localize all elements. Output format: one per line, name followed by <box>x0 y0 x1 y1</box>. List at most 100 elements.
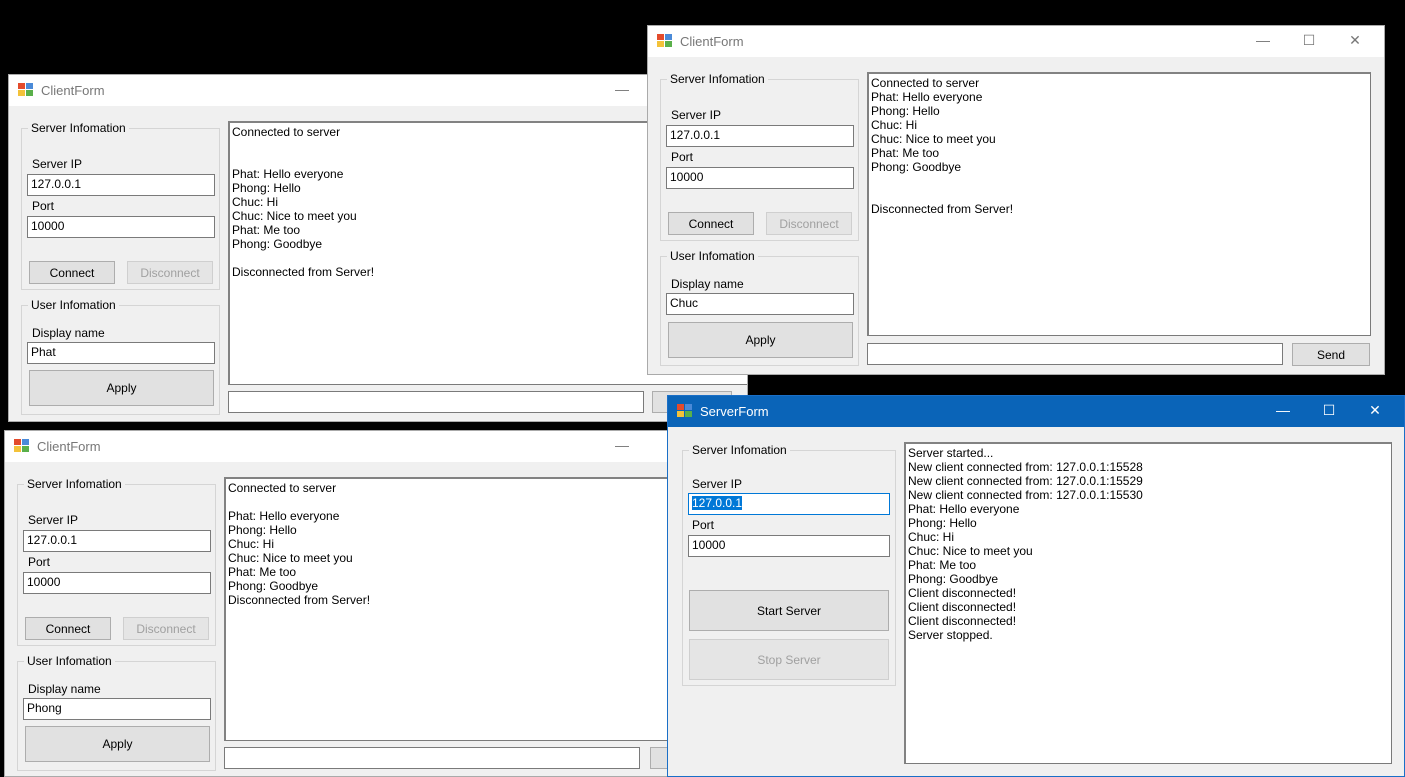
minimize-icon[interactable]: — <box>1240 26 1286 57</box>
group-title: User Infomation <box>667 249 758 263</box>
group-title: Server Infomation <box>28 121 129 135</box>
app-icon <box>14 439 30 454</box>
title-bar[interactable]: ClientForm — <box>9 75 747 106</box>
apply-button[interactable]: Apply <box>29 370 214 406</box>
log-line: Disconnected from Server! <box>228 593 371 607</box>
group-title: Server Infomation <box>667 72 768 86</box>
close-icon[interactable]: ✕ <box>1352 396 1398 427</box>
log-line: Phong: Hello <box>228 523 297 537</box>
window-title: ClientForm <box>37 439 101 454</box>
log-line: Phat: Hello everyone <box>871 90 983 104</box>
server-ip-label: Server IP <box>32 157 83 171</box>
port-input[interactable]: 10000 <box>27 216 215 238</box>
log-line: Chuc: Nice to meet you <box>871 132 996 146</box>
message-input[interactable] <box>228 391 644 413</box>
connect-button[interactable]: Connect <box>668 212 754 235</box>
display-name-input[interactable]: Phong <box>23 698 211 720</box>
port-label: Port <box>28 555 51 569</box>
server-ip-input[interactable]: 127.0.0.1 <box>23 530 211 552</box>
stop-server-button[interactable]: Stop Server <box>689 639 889 680</box>
app-icon <box>657 34 673 49</box>
server-window: ServerForm — ☐ ✕ Server Infomation Serve… <box>667 395 1405 777</box>
client-window-phat: ClientForm — Server Infomation Server IP… <box>8 74 748 422</box>
minimize-icon[interactable]: — <box>599 75 645 106</box>
display-name-label: Display name <box>671 277 744 291</box>
connect-button[interactable]: Connect <box>25 617 111 640</box>
server-ip-input[interactable]: 127.0.0.1 <box>666 125 854 147</box>
log-line: Phat: Me too <box>908 558 977 572</box>
log-line: Disconnected from Server! <box>871 202 1014 216</box>
connect-button[interactable]: Connect <box>29 261 115 284</box>
app-icon <box>18 83 34 98</box>
log-line: Phat: Hello everyone <box>228 509 340 523</box>
log-line: Chuc: Hi <box>908 530 955 544</box>
port-label: Port <box>692 518 715 532</box>
send-button[interactable]: Send <box>1292 343 1370 366</box>
log-line: Chuc: Hi <box>871 118 918 132</box>
disconnect-button[interactable]: Disconnect <box>127 261 213 284</box>
log-line: Phong: Goodbye <box>871 160 962 174</box>
log-line: Phat: Hello everyone <box>908 502 1020 516</box>
port-input[interactable]: 10000 <box>666 167 854 189</box>
display-name-label: Display name <box>32 326 105 340</box>
log-line: Client disconnected! <box>908 586 1017 600</box>
port-label: Port <box>671 150 694 164</box>
disconnect-button[interactable]: Disconnect <box>766 212 852 235</box>
disconnect-button[interactable]: Disconnect <box>123 617 209 640</box>
close-icon[interactable]: ✕ <box>1332 26 1378 57</box>
chat-log[interactable]: Connected to server Phat: Hello everyone P… <box>867 72 1371 336</box>
port-input[interactable]: 10000 <box>23 572 211 594</box>
display-name-input[interactable]: Chuc <box>666 293 854 315</box>
log-line: New client connected from: 127.0.0.1:155… <box>908 474 1143 488</box>
log-line: Server stopped. <box>908 628 993 642</box>
message-input[interactable] <box>224 747 640 769</box>
chat-log[interactable]: Connected to server Phat: Hello everyone P… <box>224 477 683 741</box>
app-icon <box>677 404 693 419</box>
log-line: Connected to server <box>228 481 337 495</box>
minimize-icon[interactable]: — <box>1260 396 1306 427</box>
group-title: Server Infomation <box>24 477 125 491</box>
minimize-icon[interactable]: — <box>599 431 645 462</box>
title-bar[interactable]: ClientForm — ☐ ✕ <box>648 26 1384 57</box>
log-line: Server started... <box>908 446 994 460</box>
log-line: Phong: Hello <box>871 104 940 118</box>
display-name-label: Display name <box>28 682 101 696</box>
group-title: User Infomation <box>24 654 115 668</box>
log-line: Chuc: Nice to meet you <box>228 551 353 565</box>
start-server-button[interactable]: Start Server <box>689 590 889 631</box>
log-line: Phong: Goodbye <box>908 572 999 586</box>
group-title: Server Infomation <box>689 443 790 457</box>
client-window-chuc: ClientForm — ☐ ✕ Server Infomation Serve… <box>647 25 1385 375</box>
log-line: New client connected from: 127.0.0.1:155… <box>908 488 1143 502</box>
server-log[interactable]: Server started... New client connected fr… <box>904 442 1392 764</box>
server-ip-label: Server IP <box>692 477 743 491</box>
port-input[interactable]: 10000 <box>688 535 890 557</box>
client-window-phong: ClientForm — Server Infomation Server IP… <box>4 430 684 777</box>
apply-button[interactable]: Apply <box>25 726 210 762</box>
display-name-input[interactable]: Phat <box>27 342 215 364</box>
port-label: Port <box>32 199 55 213</box>
window-title: ClientForm <box>680 34 744 49</box>
log-line: Phong: Goodbye <box>228 579 319 593</box>
server-ip-input[interactable]: 127.0.0.1 <box>27 174 215 196</box>
server-ip-label: Server IP <box>671 108 722 122</box>
maximize-icon[interactable]: ☐ <box>1306 396 1352 427</box>
title-bar[interactable]: ServerForm — ☐ ✕ <box>668 396 1404 427</box>
window-title: ClientForm <box>41 83 105 98</box>
server-ip-input[interactable]: 127.0.0.1 <box>688 493 890 515</box>
server-ip-label: Server IP <box>28 513 79 527</box>
apply-button[interactable]: Apply <box>668 322 853 358</box>
log-line: Client disconnected! <box>908 614 1017 628</box>
log-line: Client disconnected! <box>908 600 1017 614</box>
log-line: Phat: Me too <box>228 565 297 579</box>
maximize-icon[interactable]: ☐ <box>1286 26 1332 57</box>
message-input[interactable] <box>867 343 1283 365</box>
server-ip-selected-text: 127.0.0.1 <box>692 496 743 510</box>
log-line: New client connected from: 127.0.0.1:155… <box>908 460 1143 474</box>
group-title: User Infomation <box>28 298 119 312</box>
title-bar[interactable]: ClientForm — <box>5 431 683 462</box>
log-line: Chuc: Hi <box>228 537 275 551</box>
window-title: ServerForm <box>700 404 769 419</box>
